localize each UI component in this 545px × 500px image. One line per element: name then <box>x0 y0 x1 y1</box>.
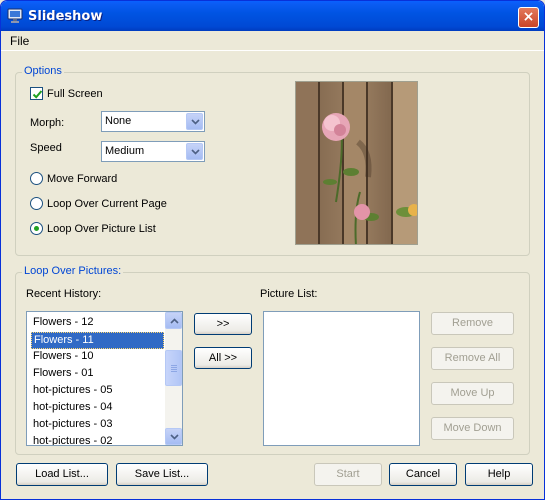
picture-list[interactable] <box>263 311 420 446</box>
scroll-thumb[interactable] <box>165 350 182 386</box>
scroll-down-button[interactable] <box>165 428 182 445</box>
loop-picture-list-label[interactable]: Loop Over Picture List <box>47 223 156 235</box>
move-down-button[interactable]: Move Down <box>431 417 514 440</box>
dropdown-button[interactable] <box>186 113 203 130</box>
loop-current-page-label[interactable]: Loop Over Current Page <box>47 198 167 210</box>
load-list-label: Load List... <box>35 468 89 480</box>
preview-image <box>295 81 418 245</box>
morph-label: Morph: <box>30 117 65 129</box>
remove-button-label: Remove <box>452 317 493 329</box>
radio-loop-current-page[interactable] <box>30 197 43 210</box>
cancel-label: Cancel <box>405 468 441 480</box>
radio-move-forward[interactable] <box>30 172 43 185</box>
rose-photo-icon <box>296 82 417 244</box>
list-item[interactable]: hot-pictures - 04 <box>31 400 164 417</box>
morph-value: None <box>105 115 132 127</box>
remove-all-button-label: Remove All <box>444 352 501 364</box>
add-button-label: >> <box>216 318 230 330</box>
full-screen-checkbox[interactable] <box>30 87 43 100</box>
remove-button[interactable]: Remove <box>431 312 514 335</box>
move-up-button[interactable]: Move Up <box>431 382 514 405</box>
add-all-button-label: All >> <box>208 352 238 364</box>
picture-list-label: Picture List: <box>260 288 318 300</box>
start-button[interactable]: Start <box>314 463 382 486</box>
chevron-down-icon <box>191 149 200 155</box>
radio-loop-picture-list[interactable] <box>30 222 43 235</box>
close-icon: × <box>522 9 535 25</box>
chevron-up-icon <box>170 318 179 324</box>
speed-label: Speed <box>30 142 62 154</box>
slideshow-window: Slideshow × File Options Full Screen Mor… <box>0 0 545 500</box>
list-item[interactable]: Flowers - 01 <box>31 366 164 383</box>
dropdown-button[interactable] <box>186 143 203 160</box>
list-item[interactable]: hot-pictures - 03 <box>31 417 164 434</box>
window-title: Slideshow <box>28 9 103 24</box>
list-item[interactable]: Flowers - 12 <box>31 315 164 332</box>
recent-history-label: Recent History: <box>26 288 102 300</box>
scroll-up-button[interactable] <box>165 312 182 329</box>
save-list-label: Save List... <box>134 468 190 480</box>
move-forward-label[interactable]: Move Forward <box>47 173 117 185</box>
speed-value: Medium <box>105 145 145 157</box>
close-button[interactable]: × <box>518 7 539 28</box>
list-item[interactable]: hot-pictures - 02 <box>31 434 164 445</box>
load-list-button[interactable]: Load List... <box>16 463 108 486</box>
list-item[interactable]: Flowers - 10 <box>31 349 164 366</box>
cancel-button[interactable]: Cancel <box>389 463 457 486</box>
menu-bar: File <box>1 31 544 51</box>
chevron-down-icon <box>170 434 179 440</box>
save-list-button[interactable]: Save List... <box>116 463 208 486</box>
radio-selected-dot <box>34 226 39 231</box>
add-button[interactable]: >> <box>194 313 252 335</box>
morph-select[interactable]: None <box>101 111 205 132</box>
options-legend: Options <box>22 65 64 77</box>
remove-all-button[interactable]: Remove All <box>431 347 514 370</box>
add-all-button[interactable]: All >> <box>194 347 252 369</box>
recent-history-list[interactable]: Flowers - 12 Flowers - 11 Flowers - 10 F… <box>26 311 183 446</box>
vertical-scrollbar[interactable] <box>165 312 182 445</box>
checkmark-icon <box>32 90 43 99</box>
move-up-button-label: Move Up <box>450 387 495 399</box>
chevron-down-icon <box>191 119 200 125</box>
title-bar[interactable]: Slideshow × <box>1 1 544 31</box>
start-label: Start <box>336 468 360 480</box>
list-item-selected[interactable]: Flowers - 11 <box>31 332 164 349</box>
menu-file[interactable]: File <box>10 34 29 48</box>
move-down-button-label: Move Down <box>443 422 502 434</box>
full-screen-label[interactable]: Full Screen <box>47 88 103 100</box>
loop-over-pictures-legend: Loop Over Pictures: <box>22 265 124 277</box>
help-button[interactable]: Help <box>465 463 533 486</box>
list-item[interactable]: hot-pictures - 05 <box>31 383 164 400</box>
speed-select[interactable]: Medium <box>101 141 205 162</box>
monitor-icon <box>7 8 23 24</box>
help-label: Help <box>487 468 511 480</box>
